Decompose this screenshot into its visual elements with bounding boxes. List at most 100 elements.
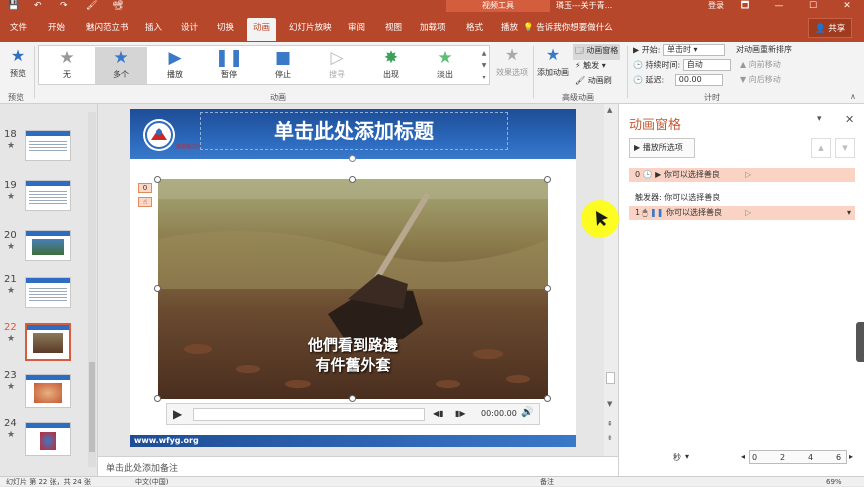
slide-number: 22 [4,322,17,333]
preview-icon: ★ [10,46,26,65]
tab-slideshow[interactable]: 幻灯片放映 [289,21,332,33]
close-icon[interactable]: ✕ [845,113,854,126]
resize-handle[interactable] [349,395,356,402]
duration-row: 🕒 持续时间: 自动 [633,59,731,71]
tab-addins[interactable]: 加载项 [420,21,446,33]
tab-transitions[interactable]: 切换 [217,21,234,33]
gallery-scroll[interactable]: ▲ ▼ ▾ [480,48,488,84]
slide-thumbnail-19[interactable] [25,180,71,211]
animation-item[interactable]: 0 🕒 ▶ 你可以选择善良 ▷ [629,168,855,182]
resize-handle[interactable] [544,285,551,292]
tab-insert[interactable]: 插入 [145,21,162,33]
slide-thumbnail-20[interactable] [25,230,71,261]
tab-playback[interactable]: 播放 [501,21,518,33]
trigger-button[interactable]: ⚡ 触发 ▾ [575,60,606,71]
canvas-scrollbar[interactable]: ▲ ▼ ⇞ ⇟ [604,104,618,456]
prev-slide-icon[interactable]: ⇞ [607,420,613,428]
tab-file[interactable]: 文件 [10,21,27,33]
tab-format[interactable]: 格式 [466,21,483,33]
seek-forward-icon[interactable]: ▮▶ [455,409,466,418]
dropdown-arrow-icon[interactable]: ▾ [847,206,851,220]
tab-view[interactable]: 视图 [385,21,402,33]
close-icon[interactable]: ✕ [830,0,864,12]
scroll-up-icon[interactable]: ▲ [607,106,612,114]
thumbnail-scrollbar[interactable] [88,112,96,467]
anim-play[interactable]: ▶ 播放 [149,47,201,84]
resize-handle[interactable] [544,176,551,183]
anim-fade[interactable]: ★ 淡出 [419,47,471,84]
tell-me-search[interactable]: 💡 告诉我你想要做什么 [523,21,613,33]
scroll-right-icon[interactable]: ▸ [849,452,853,461]
title-placeholder[interactable]: 单击此处添加标题 [200,112,508,150]
delay-input[interactable]: 00.00 [674,74,723,86]
animation-painter-button[interactable]: 🖌 动画刷 [575,75,612,86]
next-slide-icon[interactable]: ⇟ [607,434,613,442]
seconds-label[interactable]: 秒 [673,452,681,463]
scroll-left-icon[interactable]: ◂ [741,452,745,461]
effect-options-button[interactable]: ★ 效果选项 [493,45,531,78]
tab-animations[interactable]: 动画 [247,18,277,41]
slide-thumbnail-22[interactable] [25,323,71,361]
anim-multiple[interactable]: ★ 多个 [95,47,147,84]
timeline-scale[interactable]: 0 2 4 6 [749,450,847,464]
collapse-ribbon-icon[interactable]: ∧ [850,92,856,101]
move-up-icon[interactable]: ▲ [811,138,831,158]
save-icon[interactable]: 💾 [8,0,19,12]
move-earlier-button[interactable]: ▲ 向前移动 [740,59,781,70]
animation-item-selected[interactable]: 1 🖱 ❚❚ 你可以选择善良 ▷ ▾ [629,206,855,220]
anim-seek[interactable]: ▷ 搜寻 [311,47,363,84]
current-slide[interactable]: 莲花福之乐 单击此处添加标题 0 ☝ 他們看到路邊 有件舊外套 ▶ ◀▮ ▮▶ … [130,109,576,447]
anim-pause[interactable]: ❚❚ 暂停 [203,47,255,84]
scroll-down-icon[interactable]: ▼ [607,400,612,408]
side-panel-tab[interactable] [856,322,864,362]
login-link[interactable]: 登录 [708,0,724,12]
ribbon-display-icon[interactable]: 🗖 [728,0,762,12]
anim-none[interactable]: ★ 无 [41,47,93,84]
preview-button[interactable]: ★ 预览 [4,46,32,79]
redo-icon[interactable]: ↷ [60,0,68,12]
maximize-icon[interactable]: ☐ [796,0,830,12]
resize-handle[interactable] [154,176,161,183]
dropdown-arrow-icon[interactable]: ▾ [685,452,689,461]
pane-options-icon[interactable]: ▾ [817,114,822,124]
resize-handle[interactable] [154,285,161,292]
tab-review[interactable]: 审阅 [348,21,365,33]
play-selected-button[interactable]: ▶ 播放所选项 [629,138,695,158]
animation-pane-button[interactable]: 🗔 动画窗格 [573,44,621,60]
volume-icon[interactable]: 🔊 [521,407,533,418]
seek-back-icon[interactable]: ◀▮ [433,409,444,418]
scroll-thumb[interactable] [606,372,615,384]
move-later-button[interactable]: ▼ 向后移动 [740,74,781,85]
delay-icon: 🕒 [633,75,643,85]
share-button[interactable]: 👤 共享 [808,18,853,38]
slide-thumbnail-24[interactable] [25,422,71,456]
resize-handle[interactable] [544,395,551,402]
start-select[interactable]: 单击时 ▾ [662,44,725,56]
rotate-handle[interactable] [349,155,356,162]
undo-icon[interactable]: ↶ [34,0,42,12]
slideshow-icon[interactable]: 📽 [112,0,123,12]
scroll-thumb[interactable] [89,362,95,452]
slide-thumbnail-18[interactable] [25,130,71,161]
play-icon[interactable]: ▶ [173,407,182,421]
format-painter-icon[interactable]: 🖌 [86,0,97,12]
move-down-icon[interactable]: ▼ [835,138,855,158]
add-animation-icon: ★ [545,45,561,64]
tab-home[interactable]: 开始 [48,21,65,33]
anim-appear[interactable]: ✸ 出现 [365,47,417,84]
media-progress-bar[interactable] [193,408,425,421]
add-animation-button[interactable]: ★ 添加动画 [535,45,571,78]
trigger-badge[interactable]: ☝ [138,197,152,207]
duration-input[interactable]: 自动 [682,59,731,71]
tab-design[interactable]: 设计 [181,21,198,33]
animation-order-badge[interactable]: 0 [138,183,152,193]
minimize-icon[interactable]: — [762,0,796,12]
slide-thumbnail-23[interactable] [25,374,71,408]
anim-stop[interactable]: ■ 停止 [257,47,309,84]
slide-thumbnail-21[interactable] [25,277,71,308]
video-frame[interactable]: 他們看到路邊 有件舊外套 [158,179,548,399]
resize-handle[interactable] [349,176,356,183]
notes-pane[interactable]: 单击此处添加备注 [98,456,618,476]
resize-handle[interactable] [154,395,161,402]
tab-meishan[interactable]: 魅闪范立书 [86,21,129,33]
